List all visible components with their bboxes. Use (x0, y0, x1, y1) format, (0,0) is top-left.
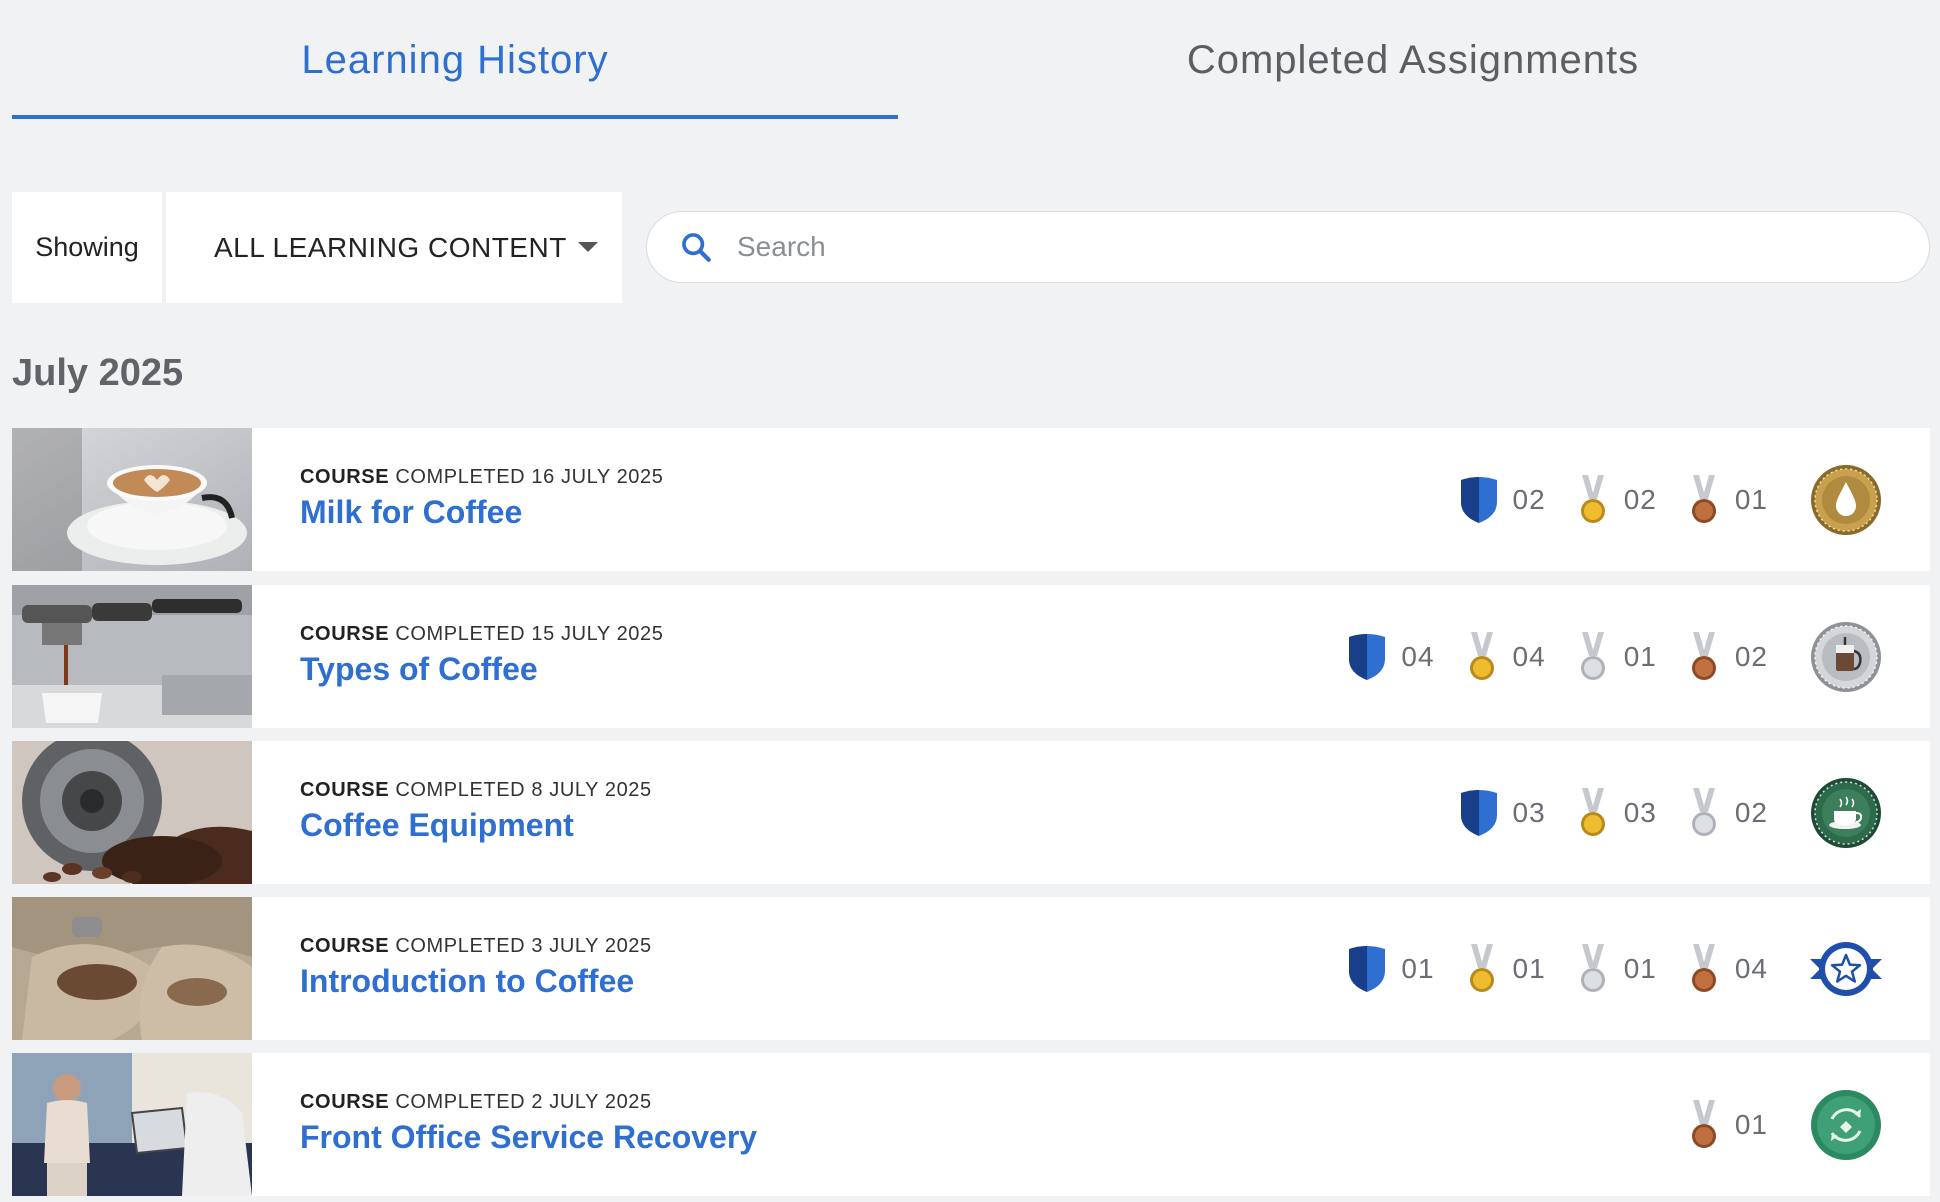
chevron-down-icon (578, 242, 598, 252)
course-row[interactable]: COURSE COMPLETED 15 JULY 2025 Types of C… (12, 585, 1930, 728)
bronze-medal-icon (1691, 1099, 1716, 1148)
course-stats: 03 03 02 (1429, 741, 1768, 884)
course-thumbnail-grinder (12, 741, 252, 884)
search-icon (682, 233, 711, 262)
coffee-press-badge-icon (1811, 622, 1881, 692)
course-thumbnail-latte (12, 428, 252, 571)
course-thumbnail-front-office (12, 1053, 252, 1196)
gold-medal-icon (1580, 474, 1605, 523)
shield-icon (1349, 945, 1386, 992)
bronze-medal-icon (1691, 631, 1716, 680)
service-recovery-badge-icon (1811, 1090, 1881, 1160)
course-thumbnail-espresso-machine (12, 585, 252, 728)
month-heading: July 2025 (12, 352, 184, 394)
star-badge-icon (1810, 942, 1882, 996)
shield-icon (1460, 476, 1497, 523)
course-row[interactable]: COURSE COMPLETED 3 JULY 2025 Introductio… (12, 897, 1930, 1040)
shield-icon (1460, 789, 1497, 836)
showing-label: Showing (12, 192, 162, 303)
content-filter-dropdown[interactable]: ALL LEARNING CONTENT (166, 192, 622, 303)
stat-count: 02 (1734, 796, 1768, 828)
course-type: COURSE (300, 779, 390, 801)
completion-date: COMPLETED 3 JULY 2025 (395, 935, 652, 957)
course-meta: COURSE COMPLETED 2 JULY 2025 (300, 1091, 652, 1114)
gold-medal-icon (1580, 787, 1605, 836)
stat-count: 02 (1512, 483, 1546, 515)
course-meta: COURSE COMPLETED 3 JULY 2025 (300, 935, 652, 958)
course-stats: 02 02 01 (1429, 428, 1768, 571)
stat-count: 02 (1623, 483, 1657, 515)
course-stats: 01 (1657, 1053, 1768, 1196)
stat-count: 03 (1512, 796, 1546, 828)
course-type: COURSE (300, 935, 390, 957)
gold-medal-icon (1469, 631, 1494, 680)
silver-medal-icon (1580, 943, 1605, 992)
course-meta: COURSE COMPLETED 8 JULY 2025 (300, 779, 652, 802)
stat-count: 04 (1401, 640, 1435, 672)
completion-date: COMPLETED 8 JULY 2025 (395, 779, 652, 801)
gold-medal-icon (1469, 943, 1494, 992)
stat-count: 04 (1734, 952, 1768, 984)
completion-date: COMPLETED 16 JULY 2025 (395, 466, 664, 488)
course-type: COURSE (300, 466, 390, 488)
completion-date: COMPLETED 2 JULY 2025 (395, 1091, 652, 1113)
content-filter-value: ALL LEARNING CONTENT (214, 231, 567, 263)
bronze-medal-icon (1691, 943, 1716, 992)
course-stats: 01 01 01 04 (1317, 897, 1768, 1040)
course-title-link[interactable]: Front Office Service Recovery (300, 1119, 757, 1156)
course-type: COURSE (300, 1091, 390, 1113)
milk-drop-badge-icon (1811, 465, 1881, 535)
stat-count: 01 (1401, 952, 1435, 984)
course-row[interactable]: COURSE COMPLETED 2 JULY 2025 Front Offic… (12, 1053, 1930, 1196)
stat-count: 01 (1623, 640, 1657, 672)
search-box (646, 211, 1930, 283)
coffee-cup-badge-icon (1811, 778, 1881, 848)
course-thumbnail-coffee-sacks (12, 897, 252, 1040)
course-row[interactable]: COURSE COMPLETED 8 JULY 2025 Coffee Equi… (12, 741, 1930, 884)
course-meta: COURSE COMPLETED 15 JULY 2025 (300, 623, 663, 646)
course-title-link[interactable]: Introduction to Coffee (300, 963, 634, 1000)
silver-medal-icon (1580, 631, 1605, 680)
stat-count: 02 (1734, 640, 1768, 672)
course-type: COURSE (300, 623, 390, 645)
stat-count: 04 (1512, 640, 1546, 672)
stat-count: 01 (1623, 952, 1657, 984)
course-meta: COURSE COMPLETED 16 JULY 2025 (300, 466, 663, 489)
active-tab-indicator (12, 115, 898, 119)
tab-learning-history[interactable]: Learning History (12, 0, 898, 120)
stat-count: 01 (1734, 483, 1768, 515)
bronze-medal-icon (1691, 474, 1716, 523)
stat-count: 01 (1512, 952, 1546, 984)
silver-medal-icon (1691, 787, 1716, 836)
stat-count: 01 (1734, 1108, 1768, 1140)
course-title-link[interactable]: Coffee Equipment (300, 807, 574, 844)
stat-count: 03 (1623, 796, 1657, 828)
completion-date: COMPLETED 15 JULY 2025 (395, 623, 664, 645)
tab-completed-assignments[interactable]: Completed Assignments (898, 0, 1928, 120)
course-stats: 04 04 01 02 (1317, 585, 1768, 728)
search-input[interactable] (735, 230, 1839, 264)
shield-icon (1349, 633, 1386, 680)
course-row[interactable]: COURSE COMPLETED 16 JULY 2025 Milk for C… (12, 428, 1930, 571)
course-title-link[interactable]: Types of Coffee (300, 651, 538, 688)
tab-bar: Learning History Completed Assignments (12, 0, 1928, 120)
course-title-link[interactable]: Milk for Coffee (300, 494, 522, 531)
